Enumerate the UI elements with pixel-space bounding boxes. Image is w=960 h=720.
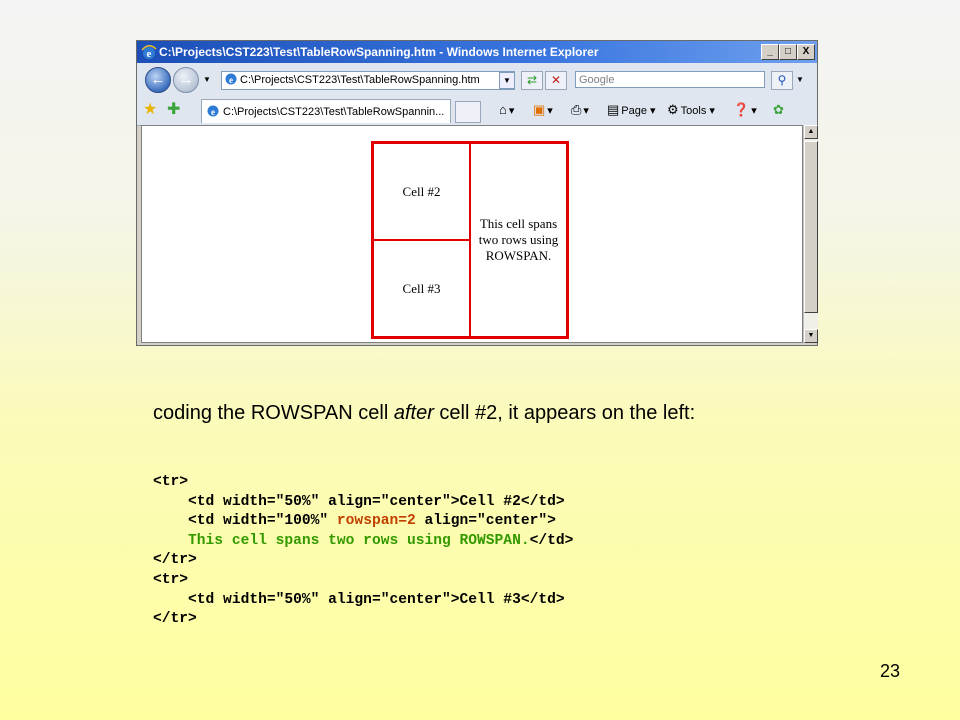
caption-part1: coding the ROWSPAN cell xyxy=(153,402,394,424)
stop-icon: ✕ xyxy=(550,73,562,87)
caption-emphasis: after xyxy=(393,402,434,424)
code-listing: <tr> <td width="50%" align="center">Cell… xyxy=(153,473,573,630)
code-line: </tr> xyxy=(153,552,197,569)
help-icon: ❓ xyxy=(733,102,750,117)
code-line: <td width="50%" align="center">Cell #2</… xyxy=(153,493,565,510)
search-button[interactable]: ⚲ xyxy=(771,71,793,90)
code-cell-text: This cell spans two rows using ROWSPAN. xyxy=(153,532,530,549)
feeds-button[interactable]: ▣ ▾ xyxy=(533,101,553,119)
history-dropdown-icon[interactable]: ▼ xyxy=(203,75,211,84)
svg-text:e: e xyxy=(147,48,152,60)
page-content: Cell #2 This cell spans two rows using R… xyxy=(141,125,803,343)
page-number: 23 xyxy=(880,661,901,681)
favorites-star-icon[interactable]: ★ xyxy=(143,101,157,119)
code-line: This cell spans two rows using ROWSPAN.<… xyxy=(153,532,573,552)
code-segment: <td width="100%" xyxy=(153,513,337,530)
page-menu-label: Page xyxy=(621,105,647,117)
cell-3: Cell #3 xyxy=(371,239,471,339)
forward-button[interactable]: → xyxy=(173,67,199,93)
tab-ie-icon: e xyxy=(207,105,219,117)
code-segment: </td> xyxy=(529,532,574,549)
home-button[interactable]: ⌂ ▾ xyxy=(499,101,514,119)
vertical-scrollbar[interactable]: ▲ ▼ xyxy=(803,125,818,343)
tab-label: C:\Projects\CST223\Test\TableRowSpannin.… xyxy=(223,106,445,118)
code-rowspan-attr: rowspan=2 xyxy=(336,513,416,530)
page-menu[interactable]: ▤ Page ▾ xyxy=(607,101,656,119)
refresh-icon: ⇄ xyxy=(526,73,538,87)
browser-window: e C:\Projects\CST223\Test\TableRowSpanni… xyxy=(136,40,818,346)
tab-current-page[interactable]: e C:\Projects\CST223\Test\TableRowSpannin… xyxy=(201,99,451,123)
home-icon: ⌂ xyxy=(499,102,507,117)
code-segment: align="center"> xyxy=(415,513,556,530)
rowspan-demo-table: Cell #2 This cell spans two rows using R… xyxy=(371,141,569,339)
search-options-icon[interactable]: ▼ xyxy=(796,75,804,84)
scroll-down-icon[interactable]: ▼ xyxy=(804,329,818,343)
print-icon: ⎙ xyxy=(571,102,582,117)
page-icon: ▤ xyxy=(607,102,620,117)
tools-menu[interactable]: ⚙ Tools ▾ xyxy=(667,101,715,119)
research-icon: ✿ xyxy=(773,102,784,117)
table-row: Cell #2 This cell spans two rows using R… xyxy=(371,141,569,339)
address-dropdown[interactable]: ▼ xyxy=(499,72,515,89)
page-ie-icon: e xyxy=(225,73,237,85)
code-line: <tr> xyxy=(153,571,189,588)
address-bar-row: ← → ▼ e C:\Projects\CST223\Test\TableRowS… xyxy=(137,63,817,95)
ie-icon: e xyxy=(141,45,157,60)
forward-icon: → xyxy=(178,71,194,88)
research-button[interactable]: ✿ xyxy=(773,101,786,119)
tab-row: ★ ✚ e C:\Projects\CST223\Test\TableRowSpa… xyxy=(137,95,817,126)
cell-2: Cell #2 xyxy=(371,141,471,241)
maximize-button[interactable]: □ xyxy=(779,44,797,60)
window-title: C:\Projects\CST223\Test\TableRowSpanning… xyxy=(159,45,599,59)
code-line: <td width="100%" rowspan=2 align="center… xyxy=(153,512,573,532)
scroll-thumb[interactable] xyxy=(804,141,818,313)
refresh-button[interactable]: ⇄ xyxy=(521,71,543,90)
svg-text:e: e xyxy=(211,107,215,117)
rowspan-cell: This cell spans two rows using ROWSPAN. xyxy=(469,141,569,339)
new-tab-button[interactable] xyxy=(455,101,481,123)
search-icon: ⚲ xyxy=(777,73,787,87)
caption-part2: cell #2, it appears on the left: xyxy=(433,402,696,424)
stop-button[interactable]: ✕ xyxy=(545,71,567,90)
search-input[interactable]: Google xyxy=(575,71,765,88)
help-button[interactable]: ❓ ▾ xyxy=(733,101,757,119)
code-line: <td width="50%" align="center">Cell #3</… xyxy=(153,591,565,608)
address-input[interactable]: e C:\Projects\CST223\Test\TableRowSpannin… xyxy=(221,71,515,90)
print-button[interactable]: ⎙ ▾ xyxy=(571,101,589,119)
back-button[interactable]: ← xyxy=(145,67,171,93)
back-icon: ← xyxy=(150,71,166,88)
add-favorite-icon[interactable]: ✚ xyxy=(167,101,180,119)
svg-text:e: e xyxy=(229,75,233,85)
title-bar[interactable]: e C:\Projects\CST223\Test\TableRowSpanni… xyxy=(137,41,817,63)
scroll-up-icon[interactable]: ▲ xyxy=(804,125,818,139)
close-button[interactable]: X xyxy=(797,44,815,60)
slide-caption: coding the ROWSPAN cell after cell #2, i… xyxy=(153,398,753,428)
tools-menu-label: Tools xyxy=(680,105,707,117)
code-line: <tr> xyxy=(153,474,189,490)
address-text: C:\Projects\CST223\Test\TableRowSpanning… xyxy=(240,74,480,86)
minimize-button[interactable]: _ xyxy=(761,44,779,60)
feeds-icon: ▣ xyxy=(533,102,546,117)
tools-icon: ⚙ xyxy=(667,102,679,117)
code-line: </tr> xyxy=(153,611,197,628)
